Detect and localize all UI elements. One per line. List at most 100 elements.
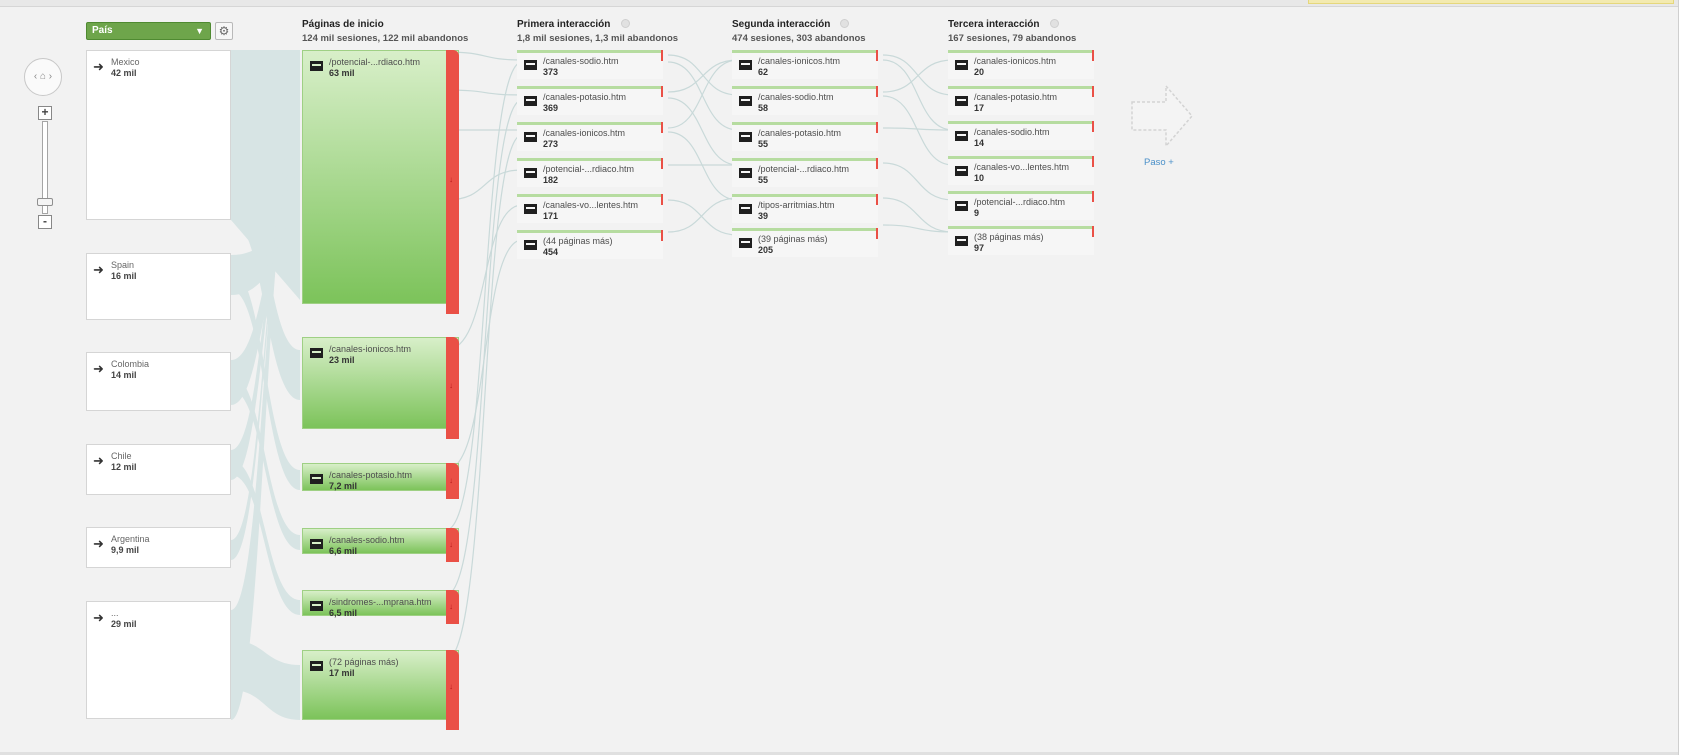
zoom-slider-thumb[interactable] (37, 198, 53, 206)
country-node[interactable]: ➜ Mexico 42 mil (86, 50, 231, 220)
interaction-node[interactable]: /canales-potasio.htm 369 (517, 86, 663, 115)
interaction-node[interactable]: /potencial-...rdiaco.htm 182 (517, 158, 663, 187)
column-subtitle: 124 mil sesiones, 122 mil abandonos (302, 33, 469, 44)
page-value: 63 mil (329, 68, 355, 78)
dropoff-bar[interactable]: ↓ (446, 337, 459, 439)
country-name: Colombia (111, 359, 150, 369)
page-name: /canales-potasio.htm (329, 470, 413, 480)
page-name: /potencial-...rdiaco.htm (543, 164, 635, 174)
interaction-node[interactable]: /canales-ionicos.htm 20 (948, 50, 1094, 79)
dropoff-icon: ↓ (449, 175, 453, 184)
page-value: 97 (974, 243, 985, 253)
arrows-icon: ➜ (93, 361, 104, 376)
interaction-node[interactable]: /canales-potasio.htm 55 (732, 122, 878, 151)
arrows-icon: ➜ (93, 453, 104, 468)
interaction-node[interactable]: (44 páginas más) 454 (517, 230, 663, 259)
home-icon[interactable]: ⌂ (40, 71, 46, 82)
column-subtitle: 167 sesiones, 79 abandonos (948, 33, 1077, 44)
interaction-node[interactable]: (38 páginas más) 97 (948, 226, 1094, 255)
info-icon[interactable] (1050, 19, 1059, 28)
throughput-bar (732, 122, 878, 125)
page-value: 205 (758, 245, 774, 255)
dropoff-edge (876, 194, 878, 205)
interaction-node[interactable]: /canales-vo...lentes.htm 171 (517, 194, 663, 223)
info-icon[interactable] (840, 19, 849, 28)
start-page-node[interactable]: /canales-sodio.htm 6,6 mil (302, 528, 459, 556)
interaction-node[interactable]: /potencial-...rdiaco.htm 55 (732, 158, 878, 187)
zoom-out-button[interactable]: - (38, 215, 52, 229)
country-node[interactable]: ➜ Chile 12 mil (86, 444, 231, 495)
column-header-third-interaction: Tercera interacción 167 sesiones, 79 aba… (948, 19, 1076, 44)
interaction-node[interactable]: /canales-sodio.htm 373 (517, 50, 663, 79)
country-node[interactable]: ➜ ... 29 mil (86, 601, 231, 719)
page-icon (524, 168, 537, 178)
dropoff-bar[interactable]: ↓ (446, 463, 459, 499)
interaction-node[interactable]: /canales-potasio.htm 17 (948, 86, 1094, 115)
dropoff-bar[interactable]: ↓ (446, 528, 459, 562)
page-name: /canales-vo...lentes.htm (543, 200, 639, 210)
throughput-bar (732, 50, 878, 53)
dropoff-edge (876, 158, 878, 169)
page-value: 55 (758, 139, 769, 149)
interaction-node[interactable]: /canales-ionicos.htm 273 (517, 122, 663, 151)
zoom-in-button[interactable]: + (38, 106, 52, 120)
page-value: 17 (974, 103, 985, 113)
gear-icon[interactable]: ⚙ (215, 22, 233, 40)
interaction-node[interactable]: /canales-vo...lentes.htm 10 (948, 156, 1094, 185)
page-value: 23 mil (329, 355, 355, 365)
page-icon (524, 240, 537, 250)
start-page-node[interactable]: /canales-potasio.htm 7,2 mil (302, 463, 459, 491)
country-node[interactable]: ➜ Spain 16 mil (86, 253, 231, 320)
dropoff-edge (661, 158, 663, 169)
dropoff-bar[interactable]: ↓ (446, 650, 459, 730)
info-icon[interactable] (621, 19, 630, 28)
country-value: 29 mil (111, 619, 137, 629)
dimension-label: País (92, 25, 113, 36)
country-node[interactable]: ➜ Argentina 9,9 mil (86, 527, 231, 568)
column-subtitle: 1,8 mil sesiones, 1,3 mil abandonos (517, 33, 679, 44)
dropoff-bar[interactable]: ↓ (446, 590, 459, 624)
start-page-node[interactable]: /sindromes-...mprana.htm 6,5 mil (302, 590, 459, 618)
page-value: 171 (543, 211, 559, 221)
interaction-node[interactable]: /canales-ionicos.htm 62 (732, 50, 878, 79)
page-icon (310, 61, 323, 71)
dropoff-edge (1092, 226, 1094, 237)
dimension-dropdown[interactable]: País ▼ (86, 22, 211, 40)
start-page-node[interactable]: /canales-ionicos.htm 23 mil (302, 337, 459, 429)
page-icon (310, 539, 323, 549)
page-name: /canales-sodio.htm (543, 56, 619, 66)
page-value: 55 (758, 175, 769, 185)
page-icon (310, 661, 323, 671)
page-name: /potencial-...rdiaco.htm (758, 164, 850, 174)
interaction-node[interactable]: (39 páginas más) 205 (732, 228, 878, 257)
interaction-node[interactable]: /canales-sodio.htm 58 (732, 86, 878, 115)
dropoff-icon: ↓ (449, 540, 453, 549)
page-name: /potencial-...rdiaco.htm (329, 57, 421, 67)
dropoff-edge (1092, 156, 1094, 167)
page-value: 7,2 mil (329, 481, 358, 491)
dropoff-bar[interactable]: ↓ (446, 50, 459, 314)
chevron-right-icon[interactable]: › (49, 71, 52, 82)
chevron-left-icon[interactable]: ‹ (34, 71, 37, 82)
add-step-arrow-icon[interactable] (1130, 84, 1196, 150)
interaction-node[interactable]: /canales-sodio.htm 14 (948, 121, 1094, 150)
add-step-link[interactable]: Paso + (1144, 157, 1174, 168)
page-name: (44 páginas más) (543, 236, 613, 246)
throughput-bar (517, 50, 663, 53)
dropoff-icon: ↓ (449, 476, 453, 485)
country-node[interactable]: ➜ Colombia 14 mil (86, 352, 231, 411)
interaction-node[interactable]: /tipos-arritmias.htm 39 (732, 194, 878, 223)
country-value: 42 mil (111, 68, 137, 78)
page-name: /canales-vo...lentes.htm (974, 162, 1070, 172)
throughput-bar (732, 228, 878, 231)
column-header-second-interaction: Segunda interacción 474 sesiones, 303 ab… (732, 19, 866, 44)
dropoff-icon: ↓ (449, 381, 453, 390)
pan-control[interactable]: ‹ ⌂ › (24, 58, 62, 96)
interaction-node[interactable]: /potencial-...rdiaco.htm 9 (948, 191, 1094, 220)
page-icon (524, 204, 537, 214)
country-name: Chile (111, 451, 132, 461)
start-page-node[interactable]: /potencial-...rdiaco.htm 63 mil (302, 50, 459, 304)
page-name: /canales-ionicos.htm (329, 344, 412, 354)
start-page-node[interactable]: (72 páginas más) 17 mil (302, 650, 459, 720)
page-icon (310, 474, 323, 484)
